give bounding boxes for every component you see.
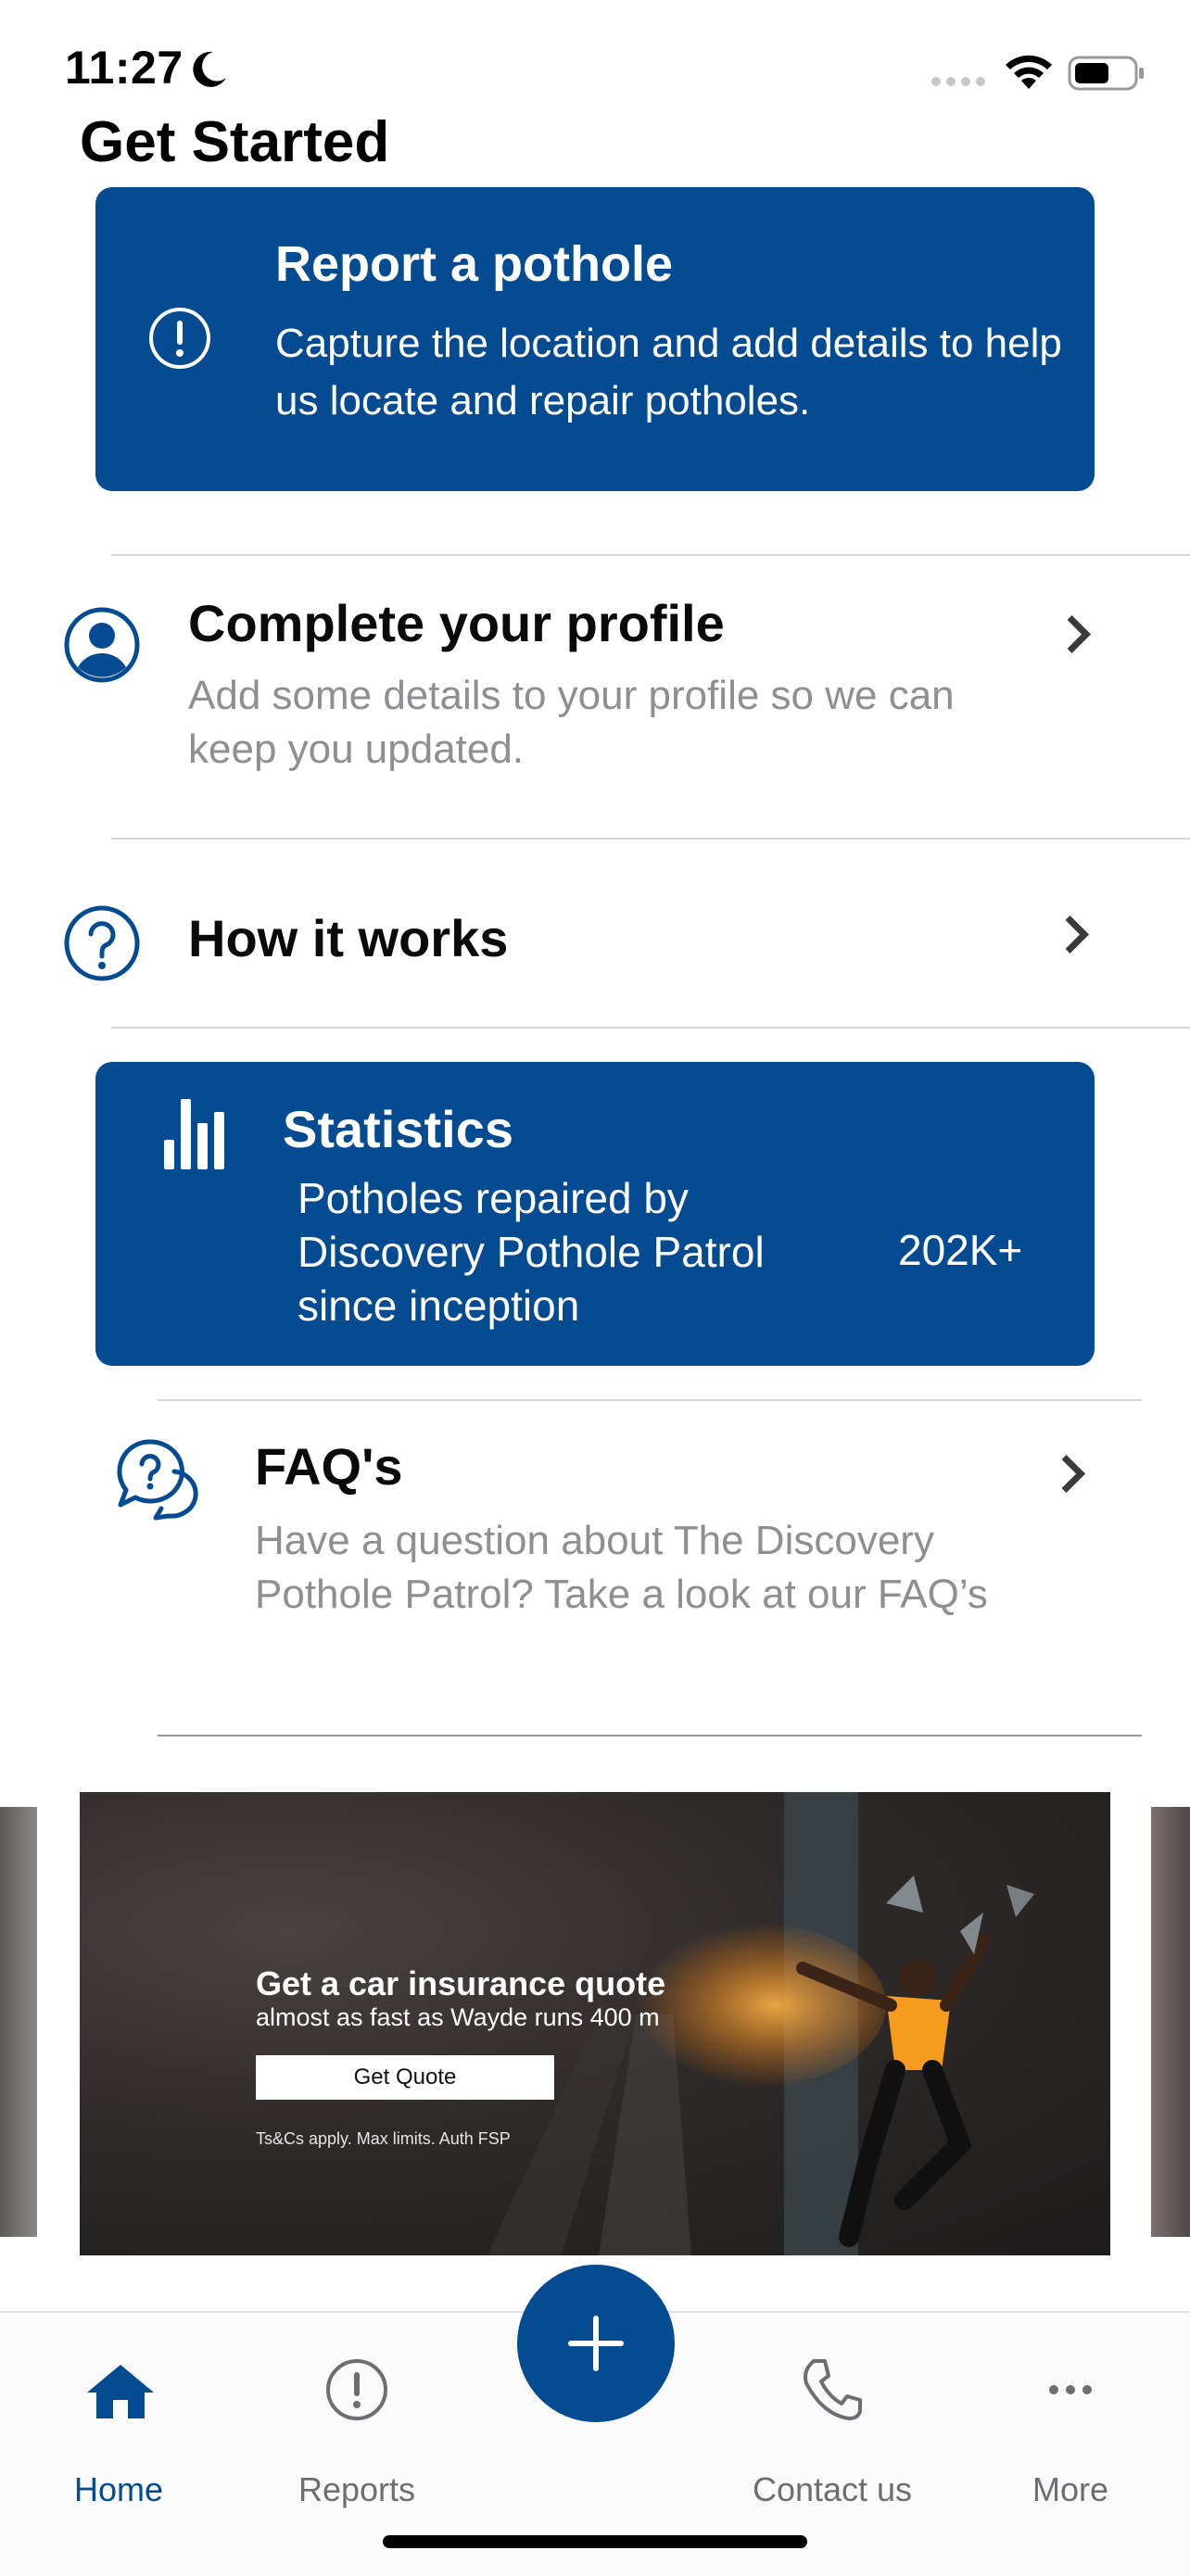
profile-row-title: Complete your profile	[188, 594, 725, 652]
more-dots-icon	[1049, 2385, 1092, 2394]
how-it-works-row[interactable]	[0, 841, 1190, 1027]
phone-icon	[804, 2359, 862, 2420]
section-heading: Get Started	[80, 110, 390, 163]
banner-terms: Ts&Cs apply. Max limits. Auth FSP	[256, 2129, 511, 2148]
tab-home-label: Home	[73, 2470, 164, 2508]
tab-reports[interactable]: Reports	[246, 2354, 468, 2520]
banner-subtitle: almost as fast as Wayde runs 400 m	[256, 2003, 660, 2031]
wifi-icon	[1006, 55, 1052, 89]
cellular-signal-icon	[931, 77, 985, 86]
add-report-button[interactable]	[517, 2265, 675, 2422]
divider	[111, 554, 1190, 556]
chevron-right-icon	[1050, 915, 1090, 954]
report-card-title: Report a pothole	[275, 236, 673, 292]
faq-row-title: FAQ's	[255, 1437, 403, 1496]
tab-reports-label: Reports	[298, 2470, 416, 2508]
plus-icon	[568, 2316, 624, 2371]
divider	[158, 1735, 1142, 1736]
divider	[111, 838, 1190, 840]
chevron-right-icon	[1046, 1454, 1086, 1494]
statistics-card: Statistics Potholes repaired by Discover…	[95, 1062, 1095, 1366]
insurance-promo-banner[interactable]: Get a car insurance quote almost as fast…	[80, 1792, 1110, 2255]
how-it-works-title: How it works	[188, 909, 509, 967]
carousel-next-slide[interactable]	[1151, 1807, 1190, 2237]
tab-home[interactable]: Home	[7, 2354, 230, 2520]
battery-icon	[1068, 56, 1144, 91]
faq-chat-icon	[117, 1439, 198, 1521]
user-profile-icon	[64, 607, 140, 683]
tab-more-label: More	[1032, 2470, 1109, 2508]
alert-circle-icon	[326, 2359, 387, 2420]
home-icon	[87, 2365, 154, 2418]
divider	[158, 1399, 1142, 1401]
get-quote-button[interactable]: Get Quote	[256, 2055, 554, 2100]
statistics-description: Potholes repaired by Discovery Pothole P…	[298, 1174, 765, 1330]
home-indicator	[383, 2535, 807, 2548]
statistics-title: Statistics	[283, 1100, 513, 1158]
tab-contact-label: Contact us	[752, 2470, 913, 2508]
chevron-right-icon	[1052, 614, 1092, 654]
help-circle-icon	[64, 905, 140, 981]
statistics-value: 202K+	[898, 1226, 1023, 1274]
alert-circle-icon	[149, 308, 210, 369]
report-pothole-card[interactable]: Report a pothole Capture the location an…	[95, 187, 1095, 491]
profile-row-description: Add some details to your profile so we c…	[188, 673, 955, 772]
bar-chart-icon	[164, 1099, 224, 1169]
report-card-description: Capture the location and add details to …	[275, 321, 1062, 423]
divider	[111, 1027, 1190, 1029]
faq-row-description: Have a question about The Discovery Poth…	[255, 1518, 988, 1617]
moon-icon	[193, 51, 226, 87]
carousel-prev-slide[interactable]	[0, 1807, 37, 2237]
banner-title: Get a car insurance quote	[256, 1964, 666, 2002]
tab-contact-us[interactable]: Contact us	[721, 2354, 943, 2520]
status-time: 11:27	[65, 42, 184, 94]
tab-more[interactable]: More	[959, 2354, 1182, 2520]
